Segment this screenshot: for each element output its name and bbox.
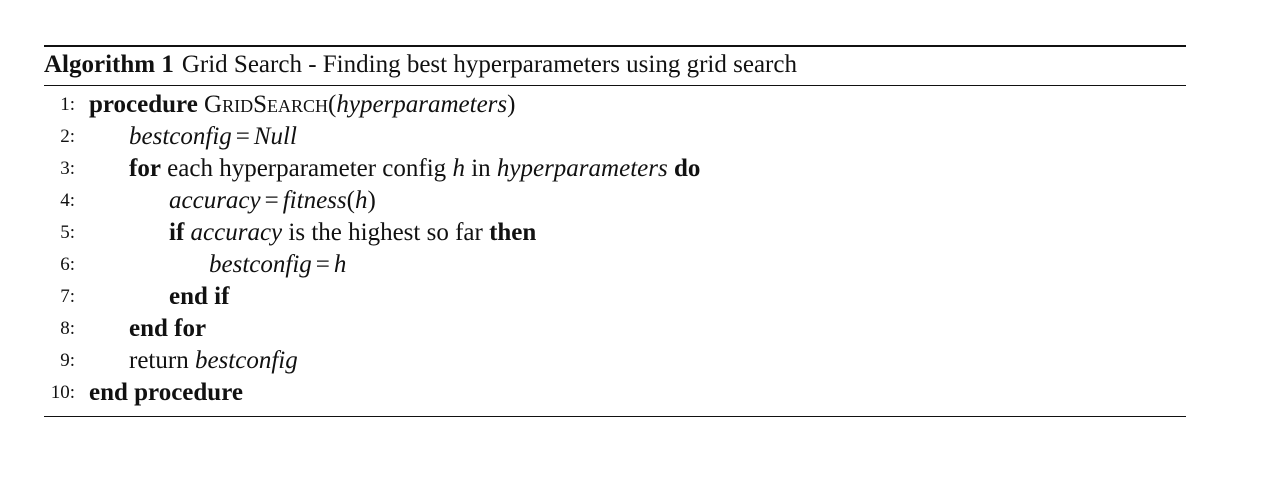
algorithm-line: 9: return bestconfig (44, 345, 1186, 377)
algorithm-line: 8: end for (44, 313, 1186, 345)
algorithm-block: Algorithm 1 Grid Search - Finding best hy… (44, 45, 1186, 417)
keyword-do: do (673, 155, 701, 182)
keyword-end-procedure: end procedure (89, 379, 243, 406)
line-number: 7: (60, 286, 75, 307)
function-name: fitness (282, 187, 347, 214)
variable: accuracy (190, 219, 283, 246)
caption-rule (44, 85, 1186, 86)
algorithm-label: Algorithm 1 (44, 51, 174, 78)
line-code: accuracy = fitness(h) (169, 185, 376, 217)
function-arg: h (354, 187, 368, 214)
line-code: return bestconfig (129, 345, 298, 377)
line-number: 6: (60, 254, 75, 275)
variable-h: h (452, 155, 465, 182)
keyword-end-for: end for (129, 315, 207, 342)
line-code: procedure GridSearch(hyperparameters) (89, 89, 515, 121)
keyword-procedure: procedure (89, 91, 198, 118)
algorithm-line: 6: bestconfig = h (44, 249, 1186, 281)
paren-close: ) (507, 91, 516, 118)
line-code: if accuracy is the highest so far then (169, 217, 536, 249)
line-number: 3: (60, 158, 75, 179)
algorithm-line: 2: bestconfig = Null (44, 121, 1186, 153)
variable-hyperparameters: hyperparameters (496, 155, 668, 182)
line-code: bestconfig = Null (129, 121, 297, 153)
line-number: 2: (60, 126, 75, 147)
value: h (333, 251, 347, 278)
line-code: end if (169, 281, 229, 313)
line-number: 4: (60, 190, 75, 211)
line-code: for each hyperparameter config h in hype… (129, 153, 700, 185)
algorithm-title: Grid Search - Finding best hyperparamete… (181, 51, 797, 78)
paren-close: ) (367, 187, 376, 214)
line-code: end procedure (89, 377, 243, 409)
algorithm-line: 10: end procedure (44, 377, 1186, 409)
line-number: 1: (60, 94, 75, 115)
algorithm-line: 4: accuracy = fitness(h) (44, 185, 1186, 217)
condition-text: is the highest so far (288, 219, 483, 246)
paren-open: ( (346, 187, 355, 214)
keyword-if: if (169, 219, 185, 246)
keyword-end-if: end if (169, 283, 230, 310)
equals-sign: = (235, 123, 250, 150)
line-code: bestconfig = h (209, 249, 346, 281)
line-number: 8: (60, 318, 75, 339)
variable: bestconfig (209, 251, 312, 278)
algorithm-line: 1: procedure GridSearch(hyperparameters) (44, 89, 1186, 121)
algorithm-lines: 1: procedure GridSearch(hyperparameters)… (44, 89, 1186, 409)
line-number: 9: (60, 350, 75, 371)
keyword-then: then (489, 219, 537, 246)
variable: bestconfig (194, 347, 298, 374)
algorithm-caption: Algorithm 1 Grid Search - Finding best hy… (44, 47, 1186, 81)
return-text: return (129, 347, 189, 374)
algorithm-line: 7: end if (44, 281, 1186, 313)
variable: bestconfig (129, 123, 232, 150)
bottom-rule (44, 416, 1186, 417)
algorithm-line: 3: for each hyperparameter config h in h… (44, 153, 1186, 185)
equals-sign: = (264, 187, 279, 214)
text-in: in (471, 155, 491, 182)
value: Null (253, 123, 297, 150)
line-number: 10: (50, 382, 75, 403)
equals-sign: = (315, 251, 330, 278)
procedure-name: GridSearch (204, 91, 329, 118)
algorithm-line: 5: if accuracy is the highest so far the… (44, 217, 1186, 249)
keyword-for: for (129, 155, 161, 182)
procedure-arg: hyperparameters (336, 91, 508, 118)
line-number: 5: (60, 222, 75, 243)
line-code: end for (129, 313, 206, 345)
loop-text: each hyperparameter config (167, 155, 447, 182)
variable: accuracy (169, 187, 261, 214)
